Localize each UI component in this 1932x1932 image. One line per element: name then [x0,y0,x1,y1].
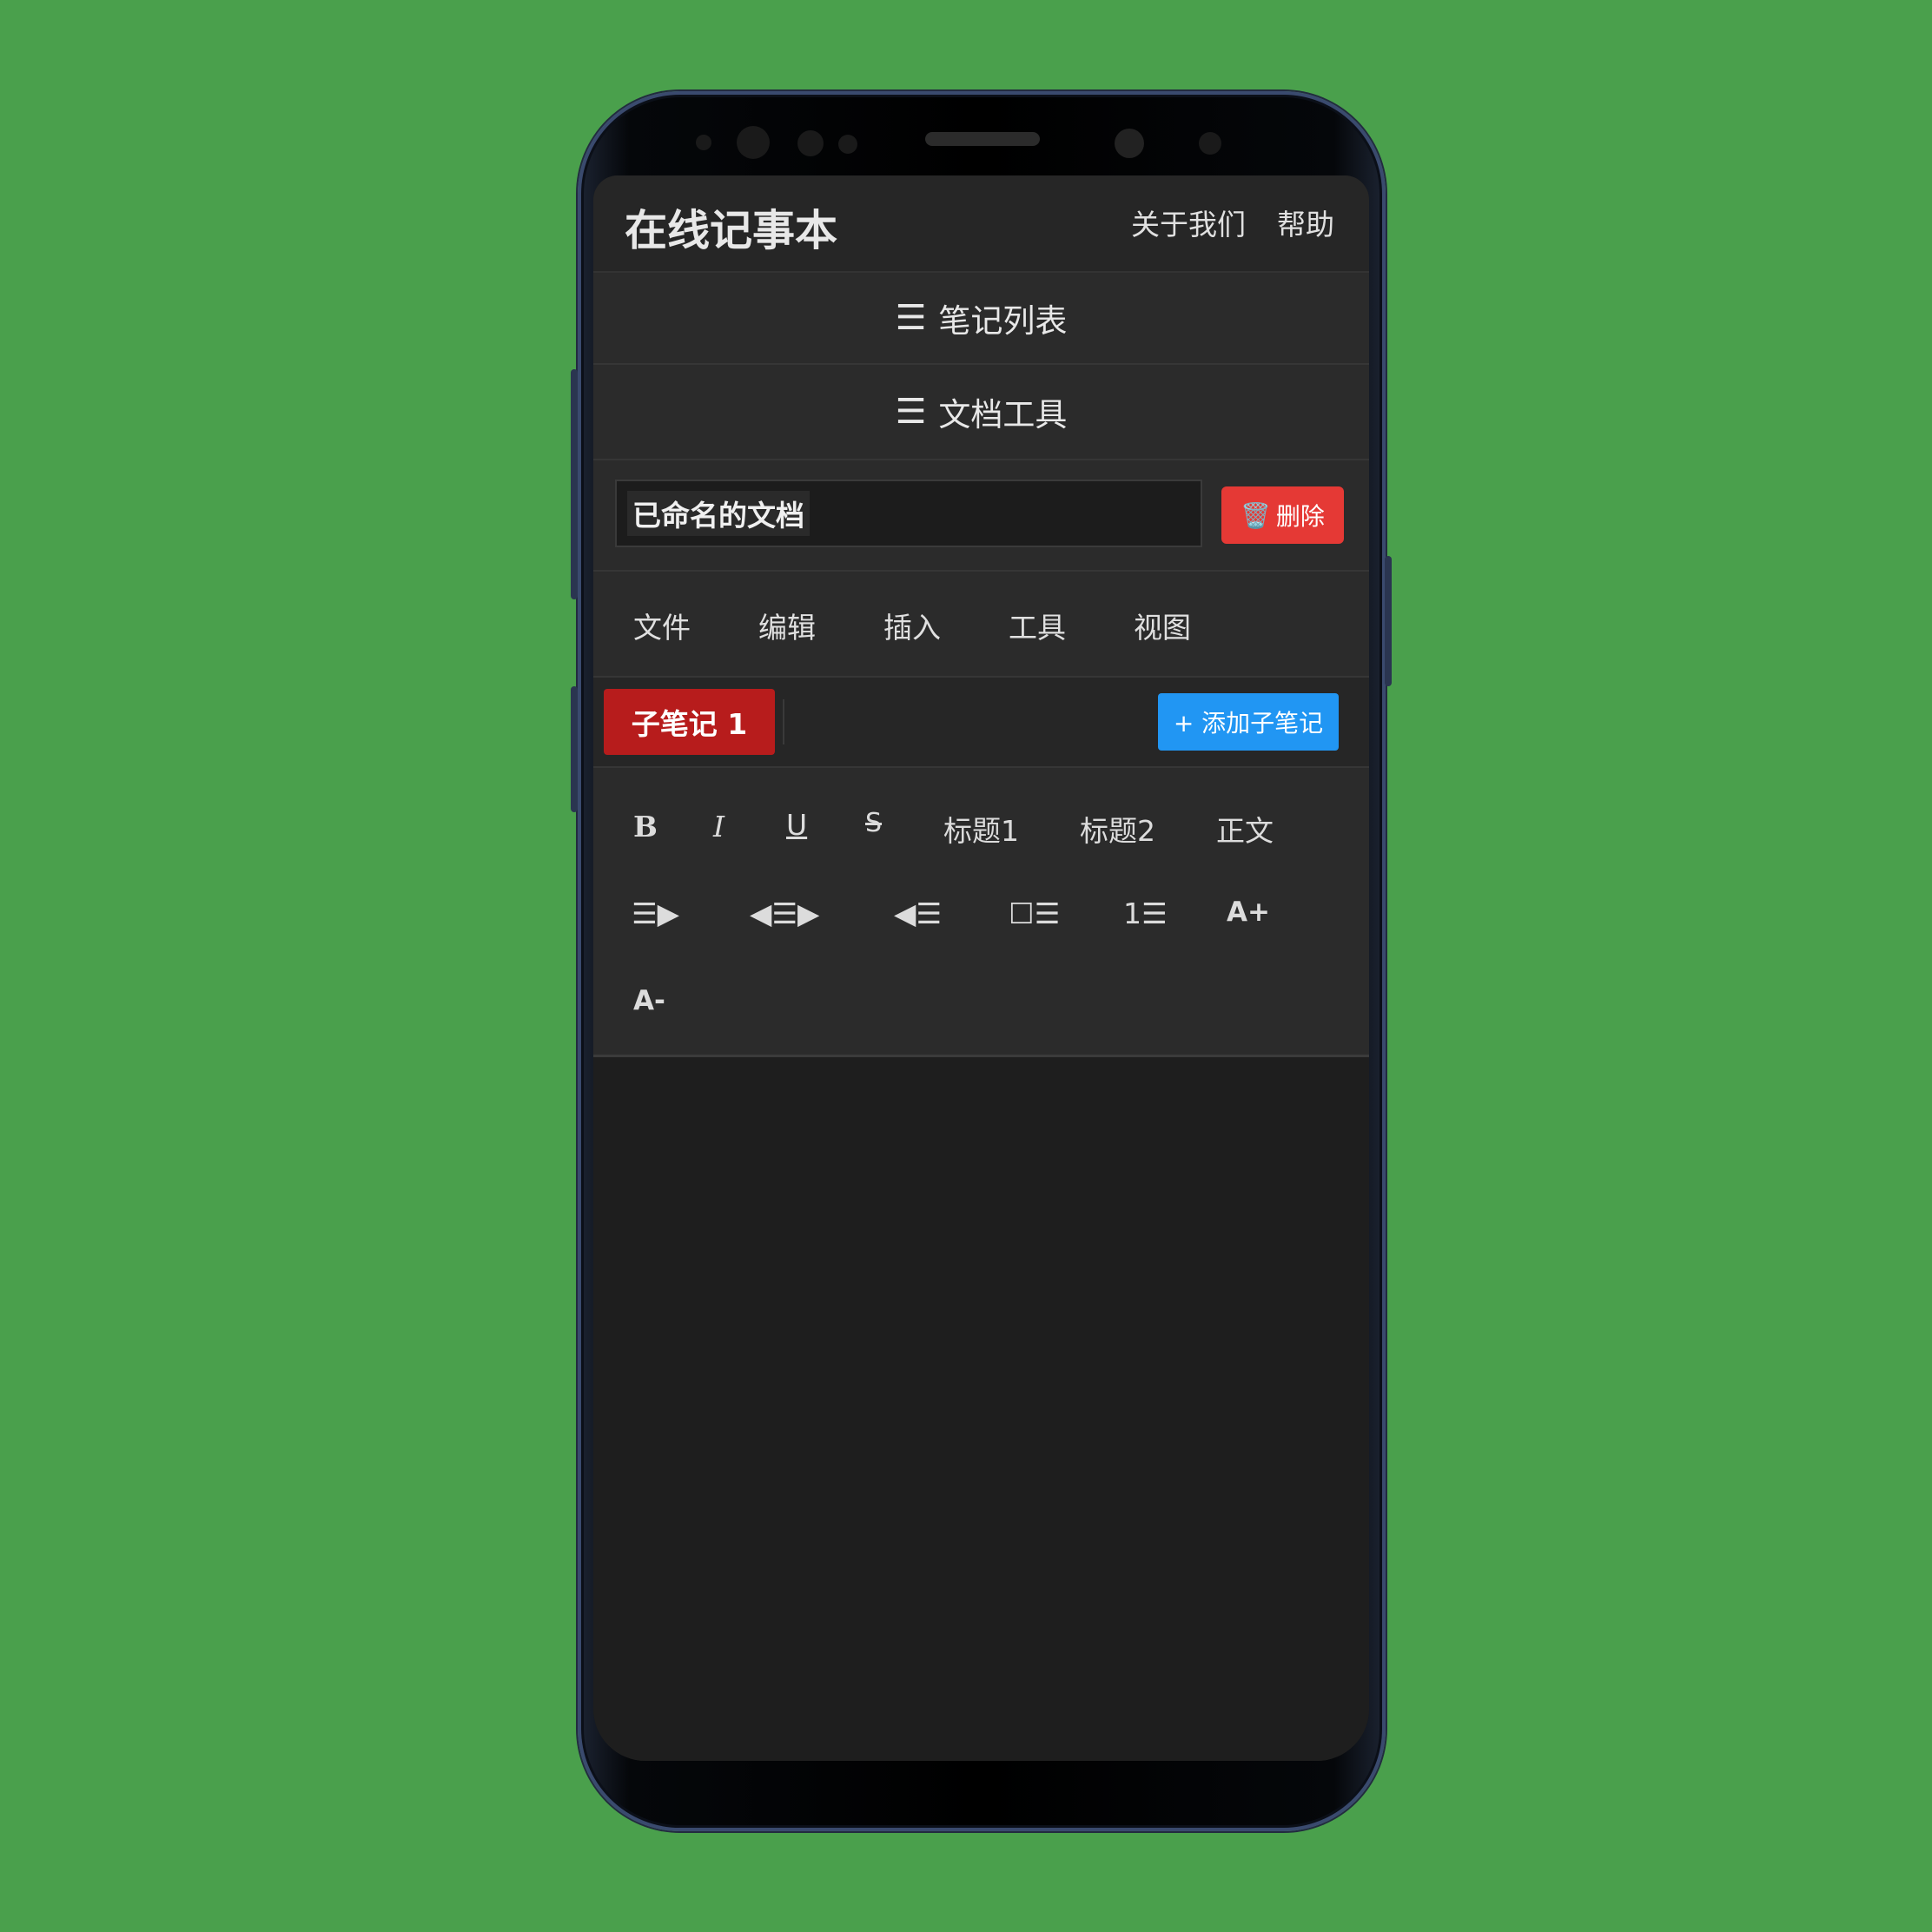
note-list-toggle[interactable]: ☰ 笔记列表 [593,273,1369,365]
phone-speaker [925,132,1040,146]
menu-file[interactable]: 文件 [633,605,691,646]
tab-divider [783,699,784,744]
heading1-button[interactable]: 标题1 [943,808,1019,850]
menu-icon: ☰ [895,298,927,338]
phone-side-button-right [1385,556,1392,686]
document-title-value: 已命名的文档 [627,491,810,536]
subnote-tab-1[interactable]: 子笔记 1 [604,689,775,755]
delete-button[interactable]: 🗑️ 删除 [1221,486,1344,544]
menu-icon: ☰ [895,392,927,432]
ordered-list-icon[interactable]: 1☰ [1123,897,1168,930]
font-decrease-button[interactable]: A- [633,985,665,1016]
app-title: 在线记事本 [625,206,838,255]
menu-insert[interactable]: 插入 [883,605,941,646]
underline-button[interactable]: U [786,808,807,842]
delete-label: 删除 [1275,502,1325,531]
menu-bar: 文件 编辑 插入 工具 视图 [593,572,1369,678]
subnote-tabs: 子笔记 1 + 添加子笔记 [593,678,1369,768]
outdent-icon[interactable]: ◀☰ [894,897,942,930]
align-center-icon[interactable]: ◀☰▶ [750,897,819,930]
format-toolbar: B I U S 标题1 标题2 正文 ☰▶ ◀☰▶ ◀☰ ☐☰ 1☰ A+ A- [593,768,1369,1057]
checklist-icon[interactable]: ☐☰ [1009,897,1060,930]
add-subnote-button[interactable]: + 添加子笔记 [1158,693,1339,751]
strikethrough-button[interactable]: S [865,808,882,838]
document-title-input[interactable]: 已命名的文档 [615,480,1202,547]
document-title-row: 已命名的文档 🗑️ 删除 [593,460,1369,572]
heading2-button[interactable]: 标题2 [1080,808,1155,850]
menu-edit[interactable]: 编辑 [758,605,816,646]
help-link[interactable]: 帮助 [1277,202,1334,243]
about-us-link[interactable]: 关于我们 [1131,202,1246,243]
phone-front-camera [1115,129,1144,158]
trash-icon: 🗑️ [1241,500,1271,530]
phone-side-button-left-1 [571,369,578,599]
bold-button[interactable]: B [633,810,658,844]
phone-sensor [797,130,824,156]
phone-side-button-left-2 [571,686,578,812]
top-bar: 在线记事本 关于我们 帮助 [593,175,1369,273]
doc-tools-toggle[interactable]: ☰ 文档工具 [593,365,1369,460]
doc-tools-label: 文档工具 [938,396,1068,433]
font-increase-button[interactable]: A+ [1227,897,1270,928]
menu-tools[interactable]: 工具 [1009,605,1066,646]
editor-area[interactable] [593,1057,1369,1761]
note-list-label: 笔记列表 [938,302,1068,340]
italic-button[interactable]: I [713,810,724,844]
phone-camera [737,126,770,159]
phone-sensor [838,135,857,154]
phone-sensor [1199,132,1221,155]
app-screen: 在线记事本 关于我们 帮助 ☰ 笔记列表 ☰ 文档工具 已命名的文档 🗑️ 删除… [593,175,1369,1761]
phone-sensor [696,135,711,150]
menu-view[interactable]: 视图 [1134,605,1191,646]
indent-icon[interactable]: ☰▶ [632,897,679,930]
body-text-button[interactable]: 正文 [1216,808,1274,850]
